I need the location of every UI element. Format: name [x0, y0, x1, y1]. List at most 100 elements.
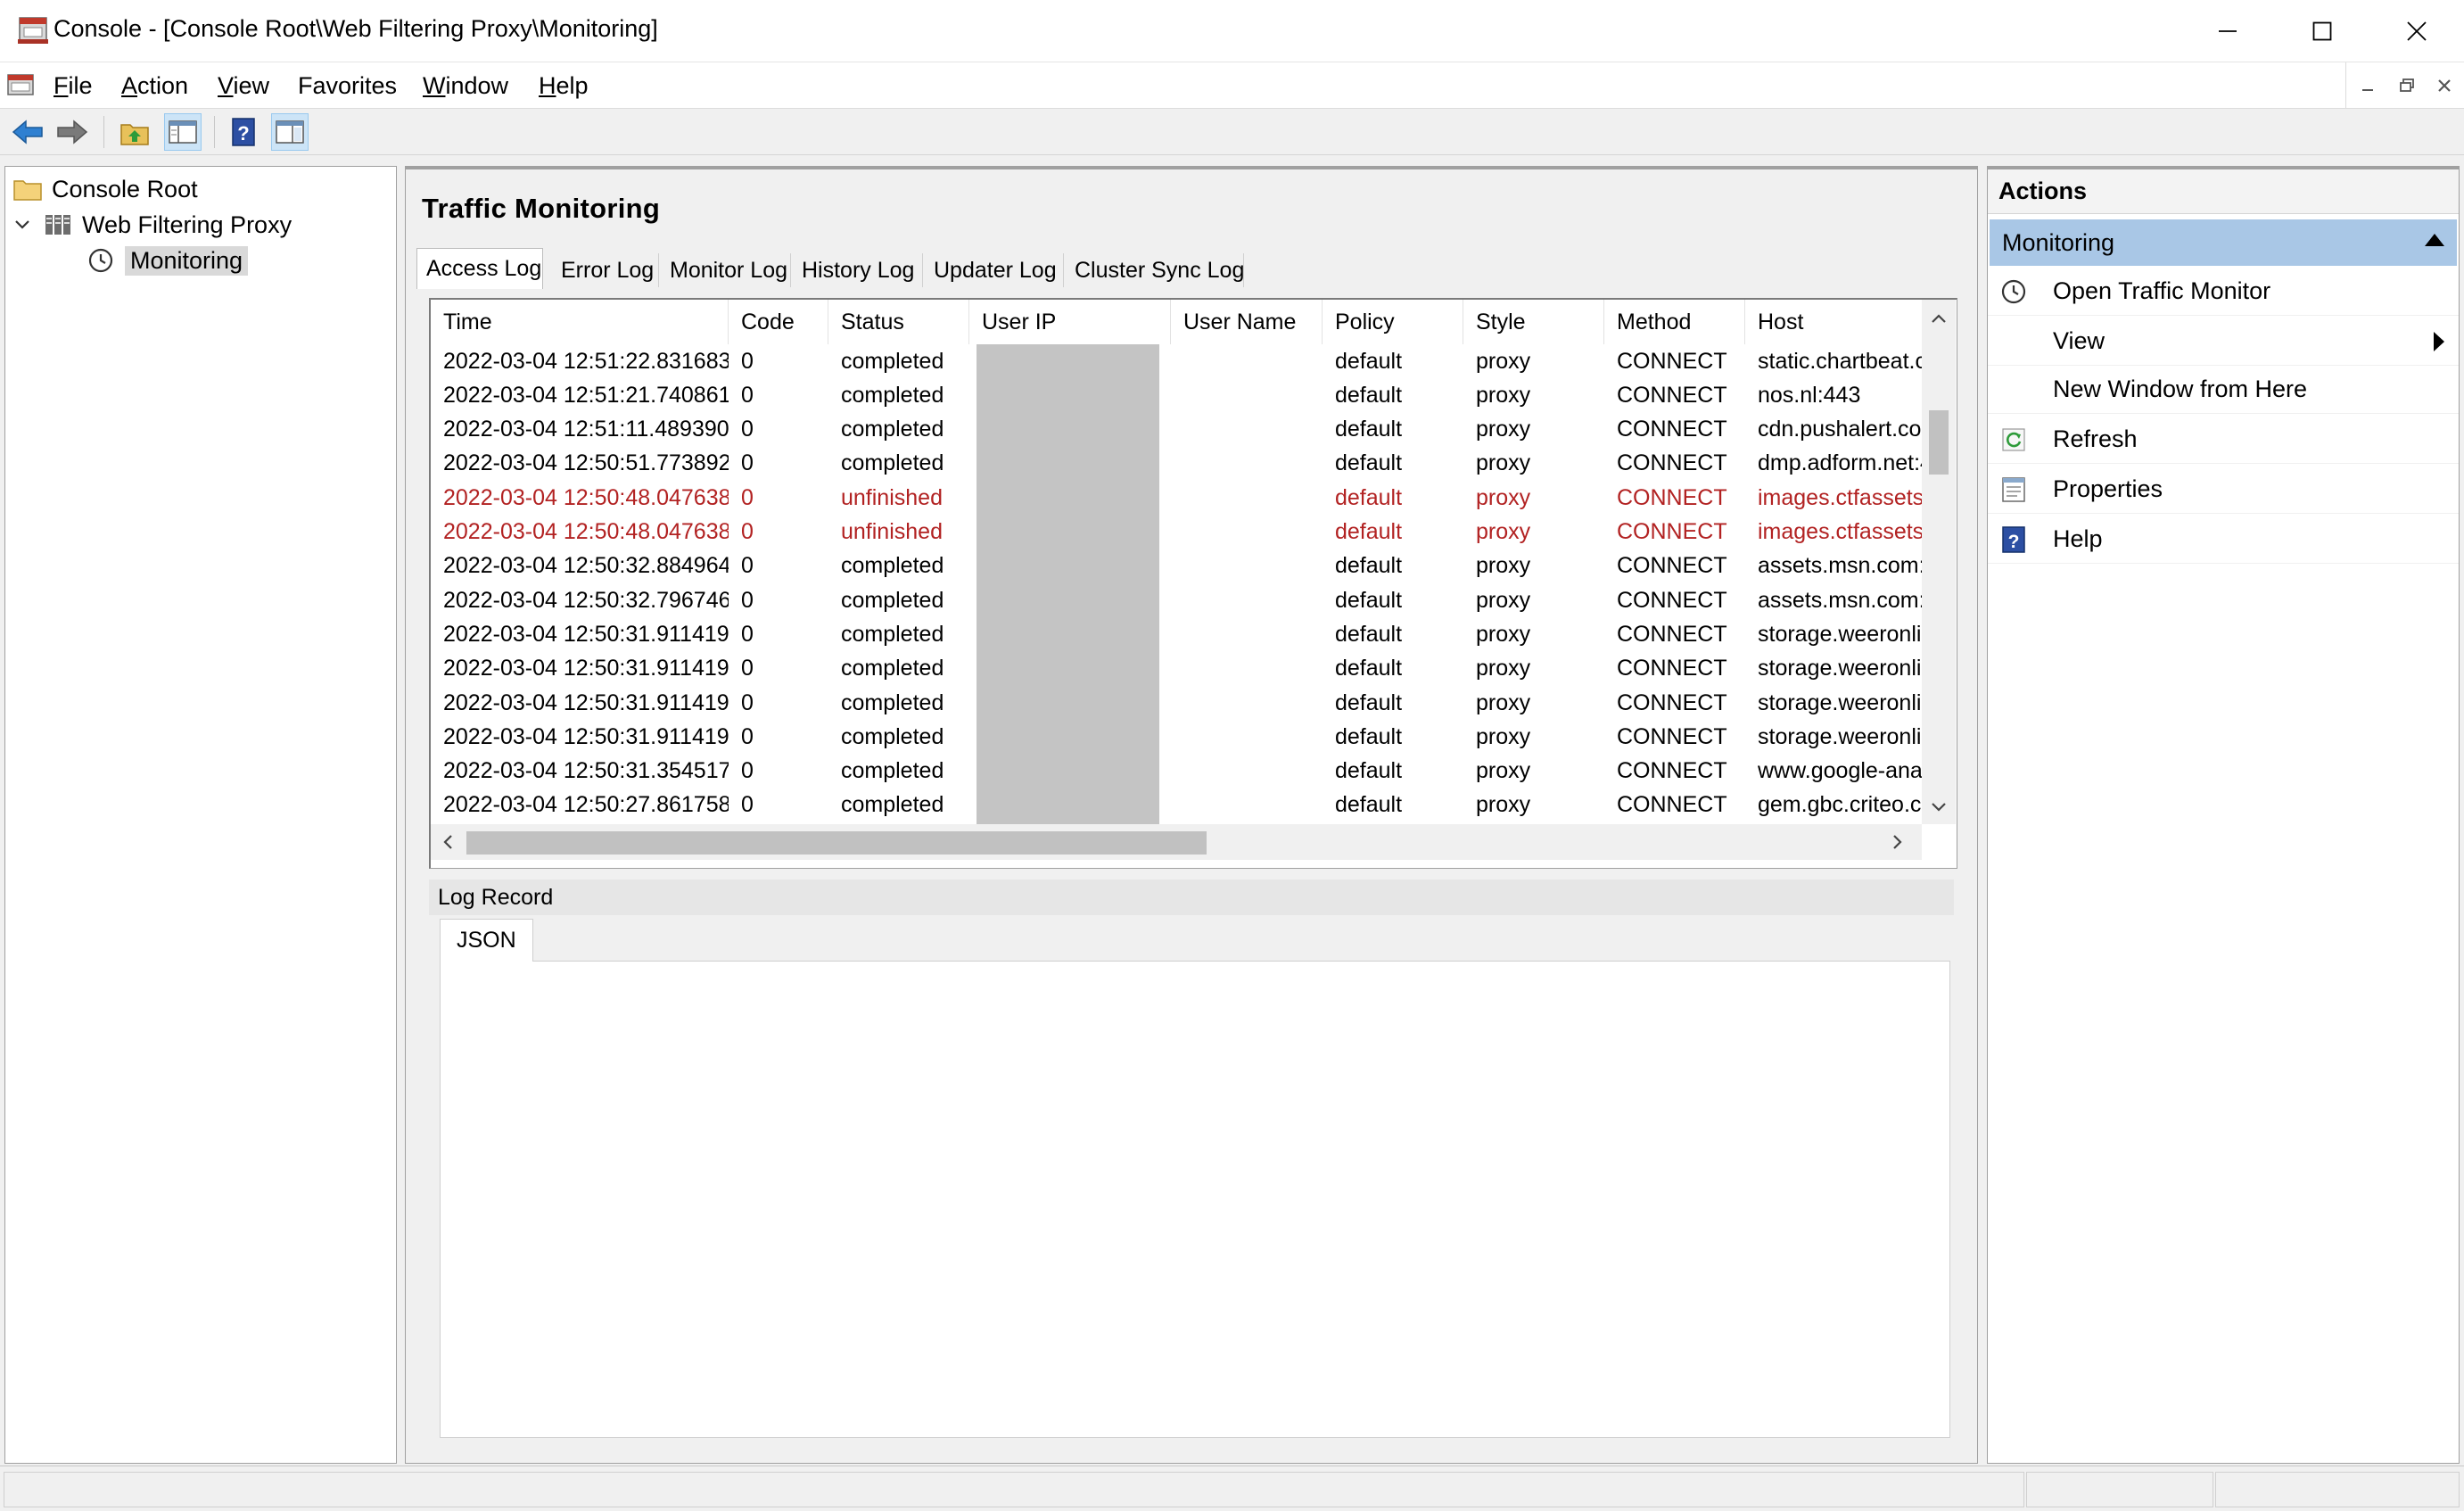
menu-window[interactable]: Window — [423, 72, 508, 100]
tab-updater-log[interactable]: Updater Log — [925, 253, 1064, 287]
tab-monitor-log[interactable]: Monitor Log — [661, 253, 791, 287]
cell-code: 0 — [741, 450, 754, 476]
scroll-down-icon[interactable] — [1925, 794, 1952, 821]
table-row[interactable]: 2022-03-04 12:50:27.861758 0 completed defa… — [431, 789, 1922, 822]
close-button[interactable] — [2369, 0, 2464, 62]
cell-method: CONNECT — [1617, 621, 1727, 647]
server-icon — [43, 210, 73, 240]
properties-icon — [1998, 475, 2029, 505]
mdi-close-button[interactable] — [2432, 73, 2457, 98]
mdi-restore-button[interactable] — [2394, 73, 2419, 98]
action-help[interactable]: ? Help — [1988, 516, 2459, 564]
maximize-button[interactable] — [2275, 0, 2369, 62]
column-header-host[interactable]: Host — [1745, 300, 1922, 344]
help-toolbar-button[interactable]: ? — [225, 113, 262, 151]
up-one-level-button[interactable] — [116, 113, 153, 151]
action-label: New Window from Here — [2053, 376, 2308, 402]
cell-host: static.chartbeat.c — [1758, 348, 1922, 374]
action-view[interactable]: View — [1988, 318, 2459, 366]
clock-icon — [1998, 277, 2029, 307]
cell-code: 0 — [741, 758, 754, 784]
tab-json[interactable]: JSON — [440, 919, 533, 962]
collapse-caret-icon[interactable] — [2425, 234, 2444, 246]
cell-policy: default — [1335, 553, 1403, 579]
table-row[interactable]: 2022-03-04 12:50:51.773892 0 completed defa… — [431, 447, 1922, 481]
tab-error-log[interactable]: Error Log — [552, 253, 659, 287]
close-icon — [2438, 79, 2451, 92]
tab-cluster-sync-log[interactable]: Cluster Sync Log — [1066, 253, 1244, 287]
cell-status: unfinished — [841, 519, 943, 544]
minimize-button[interactable] — [2180, 0, 2275, 62]
tree-item-web-filtering-proxy[interactable]: Web Filtering Proxy — [12, 207, 292, 243]
table-row[interactable]: 2022-03-04 12:50:31.911419 0 completed defa… — [431, 652, 1922, 686]
mdi-minimize-button[interactable] — [2355, 73, 2380, 98]
actions-header: Actions — [1988, 169, 2459, 214]
table-row[interactable]: 2022-03-04 12:50:32.884964 0 completed defa… — [431, 549, 1922, 583]
column-header-policy[interactable]: Policy — [1323, 300, 1463, 344]
action-label: Properties — [2053, 475, 2163, 502]
cell-time: 2022-03-04 12:50:31.911419 — [443, 621, 729, 647]
column-header-user-name[interactable]: User Name — [1171, 300, 1323, 344]
menu-help[interactable]: Help — [539, 72, 589, 100]
window-title: Console - [Console Root\Web Filtering Pr… — [54, 15, 658, 42]
vertical-scroll-thumb[interactable] — [1929, 410, 1949, 475]
action-label: Help — [2053, 525, 2103, 552]
show-hide-console-tree-button[interactable] — [164, 113, 202, 151]
cell-host: www.google-ana — [1758, 758, 1922, 784]
action-properties[interactable]: Properties — [1988, 466, 2459, 514]
scroll-right-icon[interactable] — [1884, 829, 1911, 855]
cell-style: proxy — [1476, 758, 1531, 784]
table-row[interactable]: 2022-03-04 12:51:22.831683 0 completed defa… — [431, 344, 1922, 378]
actions-section-monitoring[interactable]: Monitoring — [1990, 219, 2457, 266]
cell-host: storage.weeronlii — [1758, 723, 1922, 749]
action-refresh[interactable]: Refresh — [1988, 416, 2459, 464]
json-viewer[interactable] — [440, 961, 1950, 1438]
menu-favorites[interactable]: Favorites — [298, 72, 397, 100]
show-hide-action-pane-button[interactable] — [271, 113, 309, 151]
title-bar: Console - [Console Root\Web Filtering Pr… — [0, 0, 2464, 62]
cell-status: completed — [841, 621, 944, 647]
menu-file[interactable]: File — [54, 72, 93, 100]
table-row[interactable]: 2022-03-04 12:50:32.796746 0 completed defa… — [431, 583, 1922, 617]
table-row[interactable]: 2022-03-04 12:51:11.489390 0 completed defa… — [431, 413, 1922, 447]
column-header-method[interactable]: Method — [1604, 300, 1745, 344]
table-row[interactable]: 2022-03-04 12:50:31.354517 0 completed defa… — [431, 755, 1922, 789]
table-row[interactable]: 2022-03-04 12:50:48.047638 0 unfinished def… — [431, 516, 1922, 549]
action-new-window-from-here[interactable]: New Window from Here — [1988, 366, 2459, 414]
tree-label: Console Root — [52, 175, 198, 202]
menu-view[interactable]: View — [218, 72, 269, 100]
tree-item-console-root[interactable]: Console Root — [12, 171, 198, 207]
cell-style: proxy — [1476, 621, 1531, 647]
table-row[interactable]: 2022-03-04 12:50:48.047638 0 unfinished def… — [431, 481, 1922, 515]
horizontal-scroll-thumb[interactable] — [466, 831, 1207, 855]
results-pane: Traffic Monitoring Access Log Error Log … — [405, 166, 1978, 1464]
cell-status: completed — [841, 689, 944, 715]
column-header-code[interactable]: Code — [729, 300, 828, 344]
column-header-time[interactable]: Time — [431, 300, 729, 344]
horizontal-scrollbar[interactable] — [431, 824, 1922, 860]
scroll-left-icon[interactable] — [434, 829, 461, 855]
folder-icon — [12, 174, 43, 204]
scroll-up-icon[interactable] — [1925, 305, 1952, 332]
column-header-style[interactable]: Style — [1463, 300, 1604, 344]
column-header-user-ip[interactable]: User IP — [969, 300, 1171, 344]
tree-item-monitoring[interactable]: Monitoring — [86, 243, 249, 278]
column-header-status[interactable]: Status — [828, 300, 969, 344]
table-row[interactable]: 2022-03-04 12:50:31.911419 0 completed defa… — [431, 686, 1922, 720]
back-button[interactable] — [9, 113, 46, 151]
cell-time: 2022-03-04 12:50:51.773892 — [443, 450, 729, 476]
cell-code: 0 — [741, 621, 754, 647]
tab-access-log[interactable]: Access Log — [416, 248, 543, 289]
action-open-traffic-monitor[interactable]: Open Traffic Monitor — [1988, 268, 2459, 316]
chevron-down-icon[interactable] — [12, 210, 32, 240]
table-row[interactable]: 2022-03-04 12:50:31.911419 0 completed defa… — [431, 617, 1922, 651]
cell-time: 2022-03-04 12:50:32.796746 — [443, 587, 729, 613]
console-menu-icon[interactable] — [5, 70, 37, 102]
actions-section-label: Monitoring — [2002, 228, 2115, 256]
tab-history-log[interactable]: History Log — [793, 253, 923, 287]
table-row[interactable]: 2022-03-04 12:50:31.911419 0 completed defa… — [431, 720, 1922, 754]
forward-button[interactable] — [54, 113, 91, 151]
vertical-scrollbar[interactable] — [1922, 300, 1956, 824]
table-row[interactable]: 2022-03-04 12:51:21.740861 0 completed defa… — [431, 378, 1922, 412]
menu-action[interactable]: Action — [121, 72, 188, 100]
